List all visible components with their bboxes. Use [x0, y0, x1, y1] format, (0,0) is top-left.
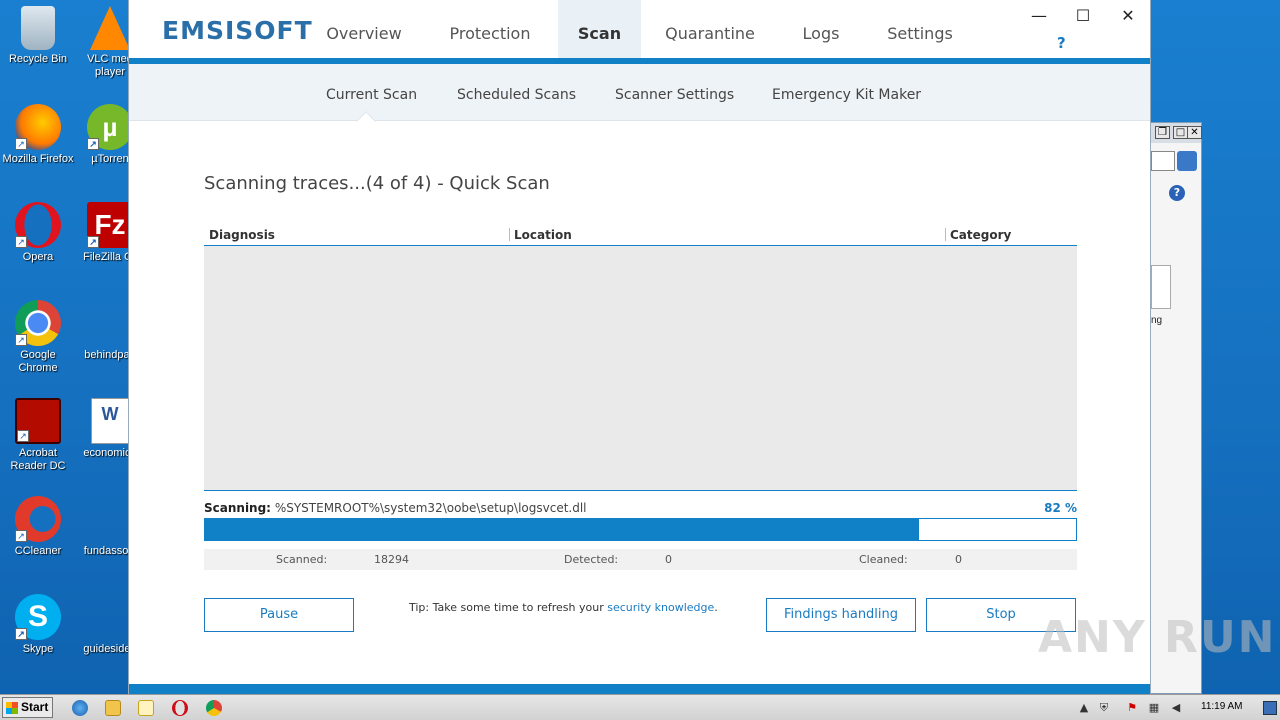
background-partial-text: ng — [1151, 315, 1163, 326]
recycle-bin-icon — [21, 6, 55, 50]
clock[interactable]: 11:19 AM — [1201, 701, 1243, 712]
column-separator[interactable] — [509, 228, 510, 241]
subtab-scanner-settings[interactable]: Scanner Settings — [615, 87, 734, 103]
scanned-value: 18294 — [374, 553, 409, 566]
file-icon — [87, 300, 133, 346]
desktop-icon-ccleaner[interactable]: ↗ CCleaner — [0, 496, 76, 558]
vlc-icon — [90, 6, 130, 50]
scanning-path: %SYSTEMROOT%\system32\oobe\setup\logsvce… — [274, 501, 587, 515]
background-search-input[interactable] — [1151, 151, 1175, 171]
word-document-icon: W — [91, 398, 129, 444]
scanning-label: Scanning: — [204, 501, 271, 515]
show-hidden-icons-icon[interactable]: ▲ — [1077, 701, 1091, 715]
scanned-label: Scanned: — [276, 553, 328, 566]
column-diagnosis[interactable]: Diagnosis — [209, 228, 275, 242]
file-icon — [87, 594, 133, 640]
pause-button[interactable]: Pause — [204, 598, 354, 632]
background-window[interactable]: ❐ □ ✕ ? ng — [1150, 122, 1202, 694]
cleaned-label: Cleaned: — [859, 553, 908, 566]
firefox-icon: ↗ — [15, 104, 61, 150]
column-category[interactable]: Category — [950, 228, 1011, 242]
maximize-icon[interactable]: □ — [1173, 126, 1188, 139]
background-window-titlebar: ❐ □ ✕ — [1151, 123, 1202, 143]
start-label: Start — [21, 700, 49, 714]
volume-icon[interactable]: ◀ — [1169, 701, 1183, 715]
utorrent-icon: µ ↗ — [87, 104, 133, 150]
media-player-icon[interactable] — [138, 700, 154, 716]
detected-value: 0 — [665, 553, 672, 566]
progress-bar — [204, 518, 1077, 541]
ccleaner-icon: ↗ — [15, 496, 61, 542]
action-center-icon[interactable]: ⚑ — [1125, 701, 1139, 715]
desktop-icon-skype[interactable]: S ↗ Skype — [0, 594, 76, 656]
tab-overview[interactable]: Overview — [309, 0, 419, 60]
results-table-header: Diagnosis Location Category — [204, 225, 1077, 246]
filezilla-icon: Fz ↗ — [87, 202, 133, 248]
network-icon[interactable]: ▦ — [1147, 701, 1161, 715]
tip-end: . — [714, 601, 718, 614]
tip-body: Tip: Take some time to refresh your — [409, 601, 608, 614]
desktop-icon-chrome[interactable]: ↗ Google Chrome — [0, 300, 76, 375]
tab-logs[interactable]: Logs — [786, 0, 856, 60]
opera-icon: ↗ — [15, 202, 61, 248]
subtab-emergency-kit-maker[interactable]: Emergency Kit Maker — [772, 87, 921, 103]
emsisoft-logo: EMSISOFT — [162, 16, 313, 45]
close-icon[interactable]: ✕ — [1113, 6, 1143, 26]
emsisoft-tray-icon[interactable]: ⛨ — [1097, 701, 1111, 715]
close-icon[interactable]: ✕ — [1187, 126, 1202, 139]
top-navigation: EMSISOFT Overview Protection Scan Quaran… — [129, 0, 1150, 60]
detected-label: Detected: — [564, 553, 619, 566]
desktop-icon-acrobat[interactable]: ↗ Acrobat Reader DC — [0, 398, 76, 473]
column-separator[interactable] — [945, 228, 946, 241]
scanning-status: Scanning: %SYSTEMROOT%\system32\oobe\set… — [204, 501, 1077, 517]
desktop-icon-firefox[interactable]: ↗ Mozilla Firefox — [0, 104, 76, 166]
maximize-icon[interactable]: ☐ — [1068, 6, 1098, 26]
minimize-icon[interactable]: — — [1024, 6, 1054, 26]
cleaned-value: 0 — [955, 553, 962, 566]
restore-icon[interactable]: ❐ — [1155, 126, 1170, 139]
subtab-current-scan[interactable]: Current Scan — [326, 87, 417, 103]
sub-navigation: Current Scan Scheduled Scans Scanner Set… — [129, 64, 1150, 121]
help-icon[interactable]: ? — [1169, 185, 1185, 201]
progress-percent: 82 % — [1044, 501, 1077, 515]
anyrun-watermark: ANY RUN — [1038, 612, 1277, 663]
chrome-taskbar-icon[interactable] — [206, 700, 222, 716]
taskbar: Start ▲ ⛨ ⚑ ▦ ◀ 11:19 AM — [0, 694, 1280, 720]
scan-stats: Scanned: 18294 Detected: 0 Cleaned: 0 — [204, 549, 1077, 570]
progress-bar-fill — [205, 519, 920, 540]
skype-icon: S ↗ — [15, 594, 61, 640]
subtab-scheduled-scans[interactable]: Scheduled Scans — [457, 87, 576, 103]
findings-handling-button[interactable]: Findings handling — [766, 598, 916, 632]
tip-text: Tip: Take some time to refresh your secu… — [409, 601, 718, 614]
tab-scan[interactable]: Scan — [558, 0, 641, 60]
column-location[interactable]: Location — [514, 228, 572, 242]
acrobat-icon: ↗ — [15, 398, 61, 444]
system-tray: ▲ ⛨ ⚑ ▦ ◀ 11:19 AM — [1075, 695, 1280, 720]
desktop-icon-recycle-bin[interactable]: Recycle Bin — [0, 6, 76, 66]
window-bottom-bar — [129, 684, 1150, 694]
file-icon — [87, 496, 133, 542]
search-icon[interactable] — [1177, 151, 1197, 171]
security-knowledge-link[interactable]: security knowledge — [607, 601, 714, 614]
opera-taskbar-icon[interactable] — [172, 700, 188, 716]
start-button[interactable]: Start — [2, 697, 53, 718]
tab-protection[interactable]: Protection — [434, 0, 546, 60]
scan-title: Scanning traces...(4 of 4) - Quick Scan — [204, 173, 550, 194]
emsisoft-window: EMSISOFT Overview Protection Scan Quaran… — [128, 0, 1151, 694]
background-panel — [1151, 265, 1171, 309]
windows-logo-icon — [6, 702, 18, 714]
tab-settings[interactable]: Settings — [874, 0, 966, 60]
internet-explorer-icon[interactable] — [72, 700, 88, 716]
results-table-body[interactable] — [204, 246, 1077, 491]
file-explorer-icon[interactable] — [105, 700, 121, 716]
help-button[interactable]: ? — [1057, 34, 1066, 52]
chrome-icon: ↗ — [15, 300, 61, 346]
show-desktop-icon[interactable] — [1263, 701, 1277, 715]
results-table[interactable]: Diagnosis Location Category — [204, 225, 1077, 491]
desktop-icon-opera[interactable]: ↗ Opera — [0, 202, 76, 264]
tab-quarantine[interactable]: Quarantine — [656, 0, 764, 60]
